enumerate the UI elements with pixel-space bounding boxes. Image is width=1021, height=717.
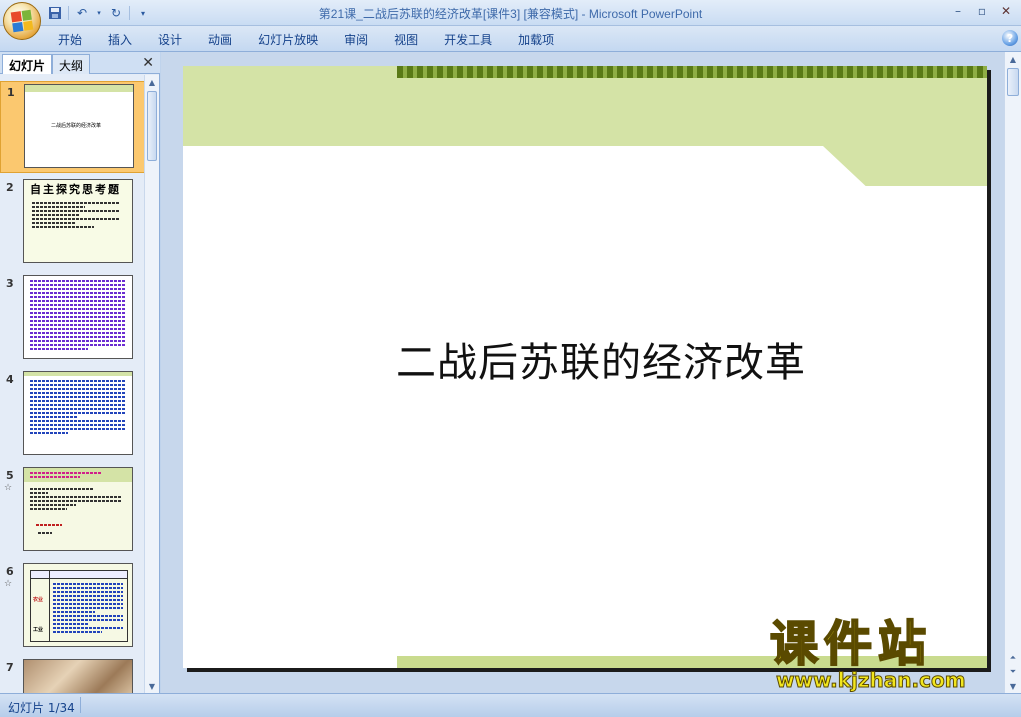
scroll-thumb[interactable] [1007,68,1019,96]
editor-scrollbar[interactable]: ▲ ⏶ ⏷ ▼ [1004,52,1021,693]
tab-view[interactable]: 视图 [394,31,418,48]
close-pane-icon[interactable]: ✕ [142,55,154,71]
tab-add-ins[interactable]: 加载项 [518,31,554,48]
minimize-icon[interactable]: – [947,2,969,20]
slide-thumbnail-6[interactable]: 6 ☆ 农业 工业 [0,561,145,653]
ribbon-tabs: 开始 插入 设计 动画 幻灯片放映 审阅 视图 开发工具 加载项 [58,31,580,48]
slide-header-stripes [397,66,987,78]
thumb-header-band [24,372,132,376]
tab-home[interactable]: 开始 [58,31,82,48]
slide-preview [23,371,133,455]
scroll-up-icon[interactable]: ▲ [145,75,159,89]
thumb-body [30,472,102,480]
slide-preview: 二战后苏联的经济改革 [24,84,134,168]
slide-thumbnail-2[interactable]: 2 自主探究思考题 [0,177,145,269]
slide-thumbnail-5[interactable]: 5 ☆ [0,465,145,557]
slide-thumbnail-3[interactable]: 3 [0,273,145,365]
slide-thumbnail-7[interactable]: 7 [0,657,145,693]
slide-number: 4 [6,373,14,386]
window-title: 第21课_二战后苏联的经济改革[课件3] [兼容模式] - Microsoft … [318,7,703,21]
scroll-down-icon[interactable]: ▼ [1005,679,1021,693]
slide-indicator: 幻灯片 1/34 [8,701,75,715]
slide-number: 1 [7,86,15,99]
status-separator [80,697,81,713]
office-logo-icon [10,9,34,33]
maximize-icon[interactable]: ▫ [971,2,993,20]
office-button[interactable] [3,2,41,40]
watermark-url: www.kjzhan.com [776,668,967,693]
thumb-table: 农业 工业 [30,570,128,642]
watermark-title: 课件站 [769,616,933,672]
tab-slides[interactable]: 幻灯片 [2,54,53,74]
status-bar: 幻灯片 1/34 [0,693,1021,717]
thumb-body [30,280,126,352]
slide-header-notch [823,146,987,186]
slide-editor: 二战后苏联的经济改革 [161,52,1004,693]
scroll-up-icon[interactable]: ▲ [1005,52,1021,66]
thumb-table-label: 工业 [33,627,44,633]
help-icon[interactable]: ? [1002,30,1018,46]
thumbnails-scrollbar[interactable]: ▲ ▼ [144,75,159,693]
slide-thumbnail-4[interactable]: 4 [0,369,145,461]
title-bar: ↶ ▾ ↻ ▾ 第21课_二战后苏联的经济改革[课件3] [兼容模式] - Mi… [0,0,1021,40]
slide-preview: 农业 工业 [23,563,133,647]
thumb-body [53,583,123,635]
tab-outline[interactable]: 大纲 [52,54,91,74]
thumb-table-label: 农业 [33,597,44,603]
current-slide[interactable]: 二战后苏联的经济改革 [183,66,987,668]
thumb-table-header [31,571,127,579]
slide-thumbnails: 1 二战后苏联的经济改革 2 自主探究思考题 3 4 5 ☆ 6 ☆ 农业 工业… [0,75,145,693]
thumb-body [38,532,52,536]
tab-developer[interactable]: 开发工具 [444,31,492,48]
slide-preview-photo [23,659,133,693]
animation-star-icon: ☆ [4,579,13,589]
thumb-body [32,202,120,230]
next-slide-icon[interactable]: ⏷ [1005,665,1021,679]
slide-number: 7 [6,661,14,674]
slide-preview: 自主探究思考题 [23,179,133,263]
tab-animations[interactable]: 动画 [208,31,232,48]
slide-number: 3 [6,277,14,290]
slide-number: 5 [6,469,14,482]
slide-number: 2 [6,181,14,194]
tab-insert[interactable]: 插入 [108,31,132,48]
window-controls: – ▫ ✕ [947,2,1017,20]
slides-pane: 幻灯片 大纲 ✕ 1 二战后苏联的经济改革 2 自主探究思考题 3 4 5 ☆ … [0,52,160,693]
thumb-table-divider [49,571,50,641]
animation-star-icon: ☆ [4,483,13,493]
tab-design[interactable]: 设计 [158,31,182,48]
thumb-title: 二战后苏联的经济改革 [51,123,102,129]
slide-header-band [183,66,987,146]
previous-slide-icon[interactable]: ⏶ [1005,651,1021,665]
close-icon[interactable]: ✕ [995,2,1017,20]
thumb-title: 自主探究思考题 [30,183,121,196]
ribbon: 开始 插入 设计 动画 幻灯片放映 审阅 视图 开发工具 加载项 ? [0,26,1021,52]
thumb-header-band [25,85,133,92]
slide-title[interactable]: 二战后苏联的经济改革 [183,330,987,388]
slide-preview [23,467,133,551]
thumb-body-red [36,524,62,528]
thumb-body [30,380,126,436]
slide-number: 6 [6,565,14,578]
pane-tabs: 幻灯片 大纲 ✕ [0,52,160,74]
tab-review[interactable]: 审阅 [344,31,368,48]
tab-slide-show[interactable]: 幻灯片放映 [258,31,318,48]
slide-preview [23,275,133,359]
watermark-logo: 课件站 www.kjzhan.com [769,616,1005,694]
slide-thumbnail-1[interactable]: 1 二战后苏联的经济改革 [0,81,145,173]
scroll-thumb[interactable] [147,91,157,161]
scroll-down-icon[interactable]: ▼ [145,679,159,693]
thumb-body [30,488,122,512]
